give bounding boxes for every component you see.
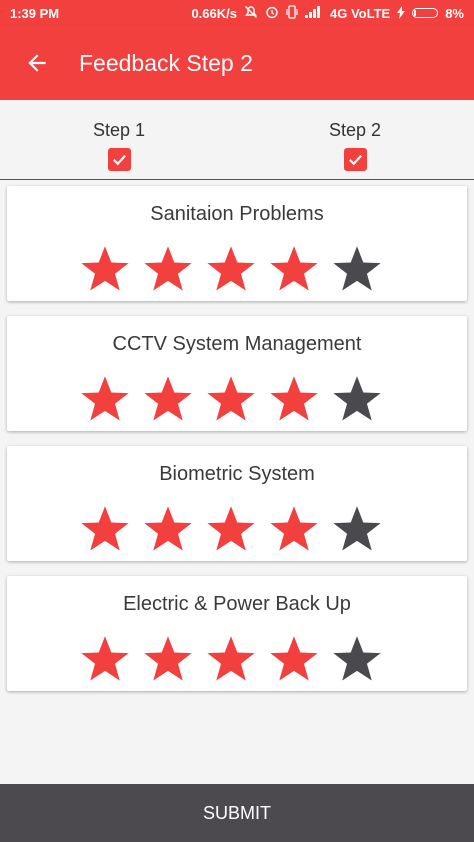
battery-icon <box>412 8 439 18</box>
star-filled-icon[interactable] <box>205 503 257 555</box>
rating-title: Sanitaion Problems <box>150 203 324 225</box>
net-speed: 0.66K/s <box>191 5 237 21</box>
rating-title: CCTV System Management <box>112 333 362 355</box>
check-icon <box>348 154 362 166</box>
star-filled-icon[interactable] <box>142 243 194 295</box>
status-bar: 1:39 PM 0.66K/s 4G VoLTE 8% <box>0 0 474 26</box>
step-1-label: Step 1 <box>92 120 146 140</box>
star-filled-icon[interactable] <box>79 633 131 685</box>
star-rating <box>79 503 383 555</box>
rating-card-biometric: Biometric System <box>7 446 467 561</box>
star-empty-icon[interactable] <box>331 373 383 425</box>
star-filled-icon[interactable] <box>79 503 131 555</box>
check-icon <box>112 154 126 166</box>
step-1-checkbox[interactable] <box>107 148 131 171</box>
network-type: 4G VoLTE <box>330 5 391 21</box>
star-filled-icon[interactable] <box>205 633 257 685</box>
star-filled-icon[interactable] <box>142 373 194 425</box>
submit-button[interactable]: SUBMIT <box>0 784 474 842</box>
star-rating <box>79 373 383 425</box>
app-bar: Feedback Step 2 <box>0 26 474 100</box>
rating-card-sanitation: Sanitaion Problems <box>7 186 467 301</box>
signal-icon <box>305 6 323 20</box>
star-filled-icon[interactable] <box>268 373 320 425</box>
star-filled-icon[interactable] <box>268 503 320 555</box>
star-rating <box>79 243 383 295</box>
star-filled-icon[interactable] <box>268 633 320 685</box>
arrow-left-icon <box>28 54 46 72</box>
rating-title: Electric & Power Back Up <box>123 593 351 615</box>
battery-fill <box>414 10 417 16</box>
rating-title: Biometric System <box>159 463 315 485</box>
star-filled-icon[interactable] <box>205 243 257 295</box>
step-2: Step 2 <box>310 120 400 171</box>
star-filled-icon[interactable] <box>79 243 131 295</box>
alarm-icon <box>265 5 279 21</box>
star-empty-icon[interactable] <box>331 503 383 555</box>
star-filled-icon[interactable] <box>268 243 320 295</box>
mute-icon <box>244 5 258 21</box>
status-indicators: 0.66K/s 4G VoLTE 8% <box>191 5 464 21</box>
step-2-checkbox[interactable] <box>343 148 367 171</box>
step-2-label: Step 2 <box>328 120 382 140</box>
rating-card-cctv: CCTV System Management <box>7 316 467 431</box>
page-title: Feedback Step 2 <box>79 49 253 76</box>
star-filled-icon[interactable] <box>79 373 131 425</box>
star-filled-icon[interactable] <box>205 373 257 425</box>
star-rating <box>79 633 383 685</box>
star-filled-icon[interactable] <box>142 503 194 555</box>
charging-icon <box>397 5 406 21</box>
star-empty-icon[interactable] <box>331 633 383 685</box>
star-empty-icon[interactable] <box>331 243 383 295</box>
rating-card-electric: Electric & Power Back Up <box>7 576 467 691</box>
vibrate-icon <box>286 5 298 21</box>
battery-percent: 8% <box>445 5 464 21</box>
back-button[interactable] <box>22 48 52 78</box>
status-time: 1:39 PM <box>10 5 60 21</box>
step-indicator: Step 1 Step 2 <box>0 100 474 180</box>
star-filled-icon[interactable] <box>142 633 194 685</box>
step-1: Step 1 <box>74 120 164 171</box>
